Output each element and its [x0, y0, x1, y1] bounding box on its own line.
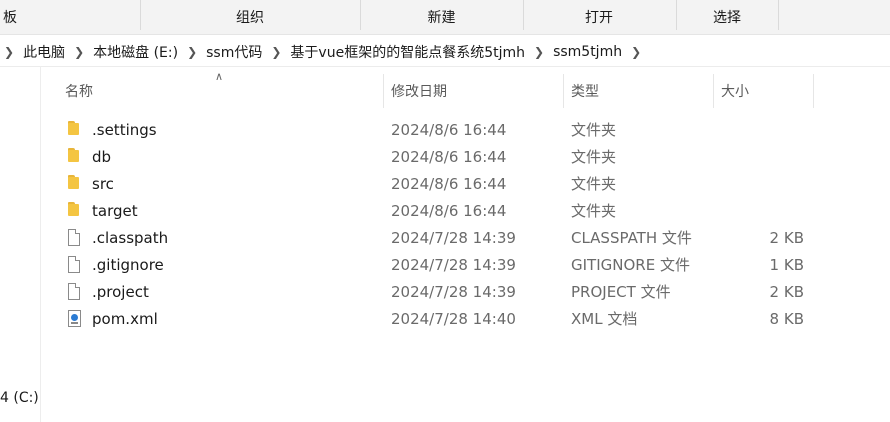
file-size: 2 KB	[769, 282, 804, 301]
file-type: XML 文档	[571, 310, 638, 328]
file-date: 2024/7/28 14:39	[391, 255, 516, 274]
file-type: 文件夹	[571, 175, 617, 193]
chevron-right-icon[interactable]: ❯	[0, 45, 20, 59]
ribbon-bar: 板 组织 新建 打开 选择	[0, 0, 890, 35]
file-name: .classpath	[92, 228, 169, 247]
column-header-date[interactable]: 修改日期	[391, 74, 563, 108]
column-header-label: 大小	[721, 84, 749, 100]
file-icon	[68, 229, 86, 247]
file-date: 2024/7/28 14:39	[391, 228, 516, 247]
address-bar[interactable]: ❯ 此电脑 ❯ 本地磁盘 (E:) ❯ ssm代码 ❯ 基于vue框架的的智能点…	[0, 37, 890, 67]
breadcrumb-current-folder[interactable]: ssm5tjmh	[550, 37, 625, 66]
nav-item-drive-c[interactable]: 4 (C:)	[0, 390, 39, 406]
folder-icon	[68, 175, 86, 193]
ribbon-group-select[interactable]: 选择	[677, 0, 777, 34]
file-date: 2024/8/6 16:44	[391, 147, 507, 166]
ribbon-group-label: 新建	[427, 10, 456, 26]
file-row-src[interactable]: src 2024/8/6 16:44 文件夹	[60, 170, 820, 197]
file-row-db[interactable]: db 2024/8/6 16:44 文件夹	[60, 143, 820, 170]
ribbon-group-clipboard[interactable]: 板	[0, 0, 20, 34]
breadcrumb-project-folder[interactable]: 基于vue框架的的智能点餐系统5tjmh	[287, 37, 528, 66]
file-size	[715, 143, 804, 170]
chevron-right-icon[interactable]: ❯	[68, 45, 90, 59]
column-header-label: 名称	[65, 84, 93, 100]
file-name: .gitignore	[92, 255, 164, 274]
column-divider[interactable]	[713, 74, 714, 108]
breadcrumb-ssm-code[interactable]: ssm代码	[203, 37, 265, 66]
breadcrumb-this-pc[interactable]: 此电脑	[20, 37, 68, 66]
file-date: 2024/8/6 16:44	[391, 201, 507, 220]
file-date: 2024/8/6 16:44	[391, 120, 507, 139]
file-row-pom-xml[interactable]: pom.xml 2024/7/28 14:40 XML 文档 8 KB	[60, 305, 820, 332]
ribbon-group-open[interactable]: 打开	[524, 0, 674, 34]
column-header-type[interactable]: 类型	[571, 74, 713, 108]
file-icon	[68, 283, 86, 301]
file-type: 文件夹	[571, 121, 617, 139]
column-header-label: 修改日期	[391, 84, 447, 100]
nav-pane-divider[interactable]	[40, 66, 41, 422]
ribbon-group-organize[interactable]: 组织	[141, 0, 359, 34]
file-date: 2024/7/28 14:39	[391, 282, 516, 301]
file-type: 文件夹	[571, 148, 617, 166]
file-size	[715, 116, 804, 143]
file-row-settings[interactable]: .settings 2024/8/6 16:44 文件夹	[60, 116, 820, 143]
ribbon-group-label: 打开	[585, 10, 613, 26]
file-name: target	[92, 201, 138, 220]
file-name: src	[92, 174, 114, 193]
folder-icon	[68, 121, 86, 139]
file-name: .settings	[92, 120, 157, 139]
ribbon-group-label: 组织	[236, 10, 264, 26]
ribbon-group-label: 板	[3, 10, 17, 26]
chevron-right-icon[interactable]: ❯	[181, 45, 203, 59]
file-size	[715, 197, 804, 224]
chevron-right-icon[interactable]: ❯	[625, 45, 647, 59]
file-type: PROJECT 文件	[571, 283, 671, 301]
column-divider[interactable]	[813, 74, 814, 108]
file-date: 2024/7/28 14:40	[391, 309, 516, 328]
file-row-gitignore[interactable]: .gitignore 2024/7/28 14:39 GITIGNORE 文件 …	[60, 251, 820, 278]
file-size: 8 KB	[769, 309, 804, 328]
ribbon-separator	[778, 0, 779, 30]
file-icon	[68, 256, 86, 274]
file-type: GITIGNORE 文件	[571, 256, 690, 274]
file-size	[715, 170, 804, 197]
file-row-classpath[interactable]: .classpath 2024/7/28 14:39 CLASSPATH 文件 …	[60, 224, 820, 251]
column-header-name[interactable]: 名称	[65, 74, 383, 108]
file-row-target[interactable]: target 2024/8/6 16:44 文件夹	[60, 197, 820, 224]
column-divider[interactable]	[563, 74, 564, 108]
chevron-right-icon[interactable]: ❯	[265, 45, 287, 59]
column-header-size[interactable]: 大小	[721, 74, 813, 108]
column-header-label: 类型	[571, 84, 599, 100]
breadcrumb-drive-e[interactable]: 本地磁盘 (E:)	[90, 37, 181, 66]
folder-icon	[68, 202, 86, 220]
column-divider[interactable]	[383, 74, 384, 108]
folder-icon	[68, 148, 86, 166]
file-name: .project	[92, 282, 149, 301]
file-name: db	[92, 147, 112, 166]
file-row-project[interactable]: .project 2024/7/28 14:39 PROJECT 文件 2 KB	[60, 278, 820, 305]
file-size: 1 KB	[769, 255, 804, 274]
ribbon-group-new[interactable]: 新建	[361, 0, 522, 34]
file-size: 2 KB	[769, 228, 804, 247]
file-type: CLASSPATH 文件	[571, 229, 692, 247]
chevron-right-icon[interactable]: ❯	[528, 45, 550, 59]
ribbon-group-label: 选择	[713, 10, 741, 26]
file-name: pom.xml	[92, 309, 158, 328]
xml-file-icon	[68, 310, 86, 328]
file-type: 文件夹	[571, 202, 617, 220]
file-date: 2024/8/6 16:44	[391, 174, 507, 193]
